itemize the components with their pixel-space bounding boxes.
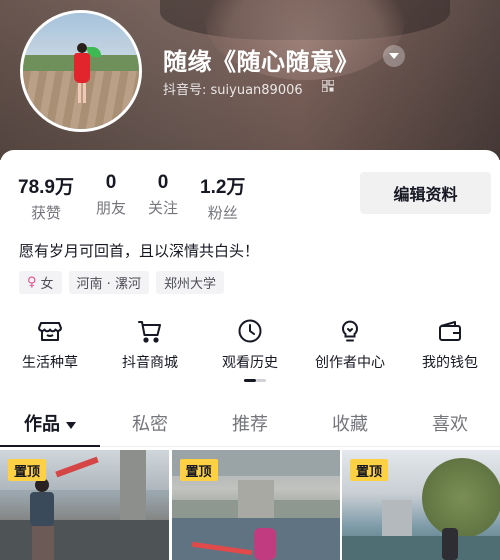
tool-label: 生活种草: [22, 355, 78, 371]
stat-friends[interactable]: 0 朋友: [96, 172, 126, 223]
scroll-indicator-active: [244, 379, 256, 382]
video-grid: 置顶 置顶 置顶: [0, 450, 500, 560]
video-thumbnail[interactable]: 置顶: [342, 450, 500, 560]
video-thumbnail[interactable]: 置顶: [171, 450, 340, 560]
stat-label: 获赞: [30, 204, 61, 222]
stat-following[interactable]: 0 关注: [148, 172, 178, 223]
stat-value: 78.9万: [18, 177, 74, 198]
wallet-icon: [439, 321, 461, 341]
thumb-person: [442, 528, 458, 560]
tab-recommend[interactable]: 推荐: [200, 405, 300, 446]
thumb-ground: [0, 520, 169, 560]
account-switch-icon[interactable]: [383, 45, 405, 67]
tools-scroll-indicator: [244, 379, 266, 382]
tool-creator-center[interactable]: 创作者中心: [300, 318, 400, 372]
stat-label: 粉丝: [207, 204, 238, 222]
avatar[interactable]: [20, 10, 142, 132]
tool-shortcuts: 生活种草 抖音商城 观看历史 创作者中心 我的钱包: [0, 318, 500, 372]
shop-icon: [38, 322, 62, 341]
tool-label: 创作者中心: [315, 355, 385, 371]
stat-likes[interactable]: 78.9万 获赞: [18, 172, 74, 223]
cart-icon: [138, 321, 161, 343]
bio-text[interactable]: 愿有岁月可回首，且以深情共白头！: [19, 240, 259, 261]
bulb-icon: [342, 320, 358, 342]
tool-label: 我的钱包: [422, 355, 478, 371]
thumb-person-skirt: [32, 526, 54, 560]
tool-life-grass[interactable]: 生活种草: [0, 318, 100, 372]
thumb-tree: [422, 458, 500, 538]
tool-label: 抖音商城: [122, 355, 178, 371]
tab-works[interactable]: 作品: [0, 405, 100, 447]
gender-tag: ♀ 女: [19, 271, 62, 294]
pinned-badge: 置顶: [8, 459, 47, 481]
stat-value: 0: [105, 172, 117, 193]
female-icon: ♀: [27, 275, 37, 290]
stat-value: 0: [157, 172, 169, 193]
pinned-badge: 置顶: [179, 459, 218, 481]
location-tag: 河南 · 漯河: [68, 271, 149, 294]
scroll-indicator-track: [256, 379, 266, 382]
tab-likes[interactable]: 喜欢: [400, 405, 500, 446]
avatar-person: [73, 43, 101, 105]
thumb-person-body: [30, 492, 54, 526]
nickname[interactable]: 随缘《随心随意》: [163, 42, 359, 77]
profile-tags: ♀ 女 河南 · 漯河 郑州大学: [19, 271, 231, 294]
avatar-head: [77, 43, 87, 53]
tool-douyin-mall[interactable]: 抖音商城: [100, 318, 200, 372]
chevron-down-icon: [66, 421, 76, 429]
stat-followers[interactable]: 1.2万 粉丝: [200, 172, 245, 223]
tool-my-wallet[interactable]: 我的钱包: [400, 318, 500, 372]
thumb-water: [342, 536, 500, 560]
clock-icon: [238, 319, 262, 343]
thumb-building: [382, 500, 412, 540]
school-tag: 郑州大学: [155, 271, 224, 294]
tool-label: 观看历史: [222, 355, 278, 371]
avatar-legs: [78, 83, 86, 103]
douyin-id[interactable]: 抖音号: suiyuan89006: [163, 79, 303, 98]
tab-favorites[interactable]: 收藏: [300, 405, 400, 446]
stat-label: 朋友: [95, 199, 126, 217]
tab-label: 作品: [24, 414, 60, 435]
gender-label: 女: [40, 277, 54, 292]
qr-code-icon[interactable]: [322, 80, 334, 92]
stat-value: 1.2万: [200, 177, 246, 198]
thumb-person: [253, 528, 276, 560]
video-thumbnail[interactable]: 置顶: [0, 450, 169, 560]
avatar-dress: [74, 53, 90, 83]
content-tabs: 作品 私密 推荐 收藏 喜欢: [0, 405, 500, 447]
edit-profile-button[interactable]: 编辑资料: [360, 172, 491, 214]
stats-row: 78.9万 获赞 0 朋友 0 关注 1.2万 粉丝: [18, 172, 267, 223]
tool-watch-history[interactable]: 观看历史: [200, 318, 300, 372]
pinned-badge: 置顶: [350, 459, 389, 481]
stat-label: 关注: [148, 199, 179, 217]
tab-private[interactable]: 私密: [100, 405, 200, 446]
